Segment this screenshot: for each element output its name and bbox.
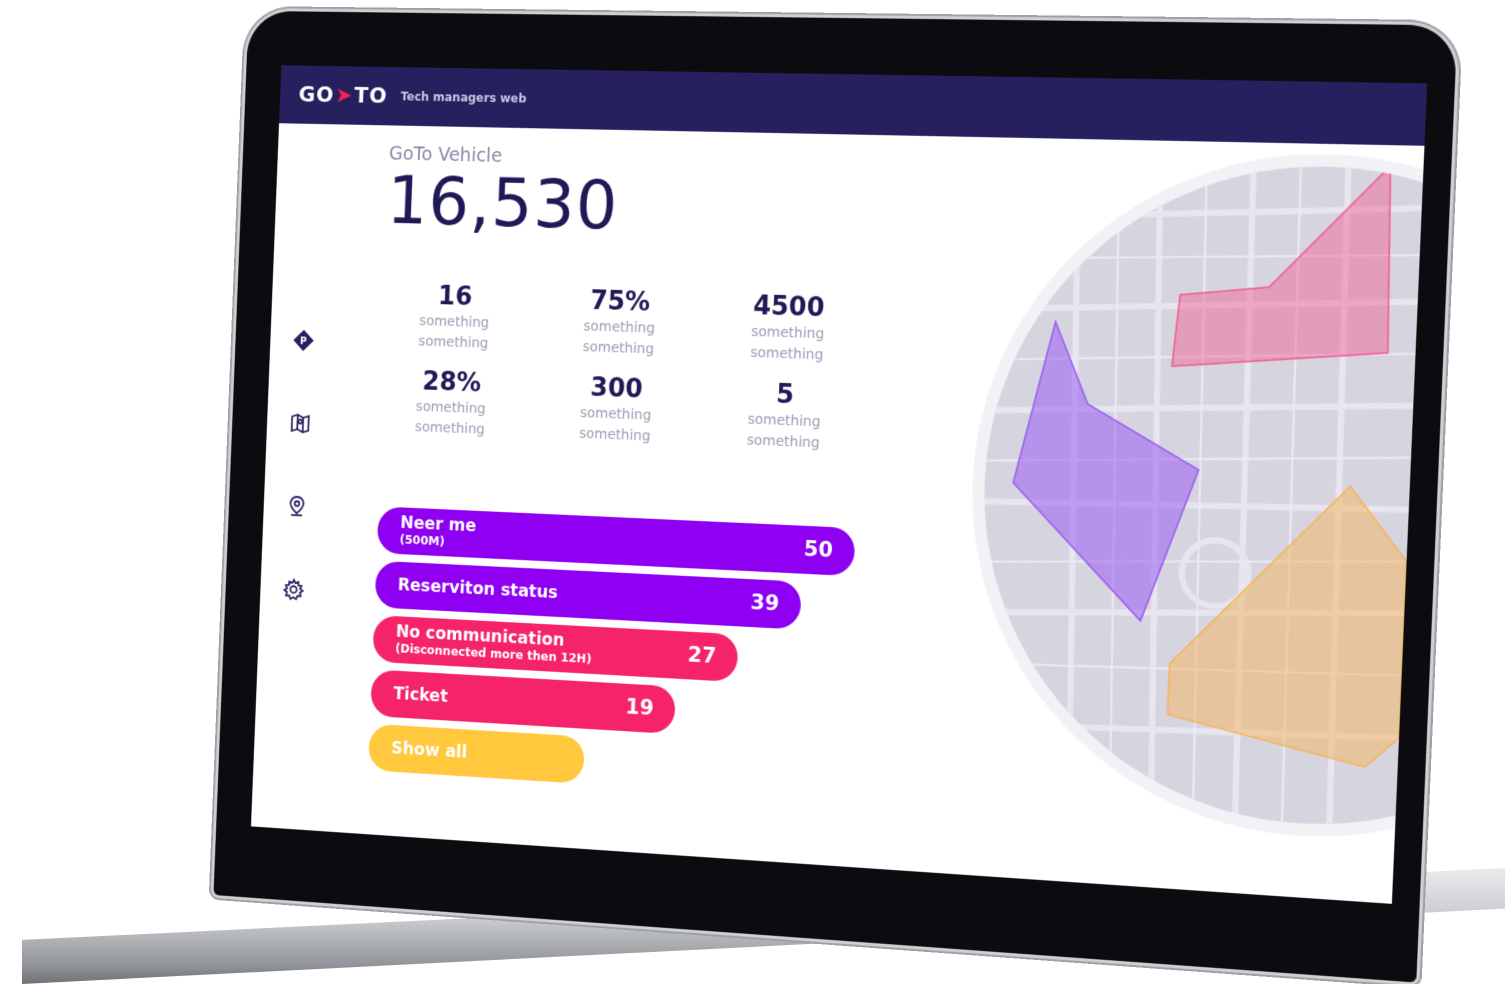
stat-item: 5 something something [698, 376, 872, 456]
logo-arrow-icon: ➤ [334, 83, 354, 108]
show-all-button[interactable]: Show all [367, 723, 586, 784]
map-view[interactable] [956, 137, 1425, 904]
show-all-label: Show all [390, 738, 468, 763]
parking-icon[interactable]: P [290, 326, 317, 354]
stat-value: 28% [421, 366, 482, 399]
stats-grid: 16 something something 75% something somet… [368, 279, 875, 457]
bar-count: 50 [803, 536, 834, 563]
app-subtitle: Tech managers web [400, 89, 527, 106]
kpi-value: 16,530 [385, 162, 620, 246]
stat-value: 300 [589, 373, 644, 405]
stat-item: 75% something something [535, 284, 705, 362]
stat-item: 300 something something [531, 370, 701, 449]
stat-value: 5 [775, 379, 795, 411]
logo-text-left: GO [298, 82, 335, 108]
bar-title: Ticket [393, 683, 449, 707]
svg-text:P: P [300, 336, 307, 347]
bar-count: 39 [749, 590, 780, 616]
stat-caption: something something [582, 318, 656, 358]
bar-title: Reserviton status [397, 574, 559, 603]
app-logo[interactable]: GO➤TO [298, 83, 388, 109]
location-pin-icon[interactable] [283, 492, 310, 520]
stat-caption: something something [578, 405, 652, 445]
stat-caption: something something [746, 411, 821, 452]
gear-icon[interactable] [280, 575, 307, 603]
stat-caption: something something [414, 398, 486, 438]
map-icon[interactable] [287, 409, 314, 437]
stat-value: 16 [437, 281, 473, 312]
stat-value: 4500 [752, 291, 826, 324]
map-background [961, 157, 1425, 801]
stat-item: 4500 something something [702, 289, 876, 368]
stat-item: 16 something something [372, 279, 538, 357]
stat-value: 75% [589, 286, 651, 318]
app-screen: GO➤TO Tech managers web P GoTo Vehicle 1… [250, 65, 1428, 904]
laptop-lid: GO➤TO Tech managers web P GoTo Vehicle 1… [213, 10, 1458, 983]
stat-item: 28% something something [368, 364, 534, 442]
stat-caption: something something [750, 323, 825, 364]
bar-count: 27 [687, 642, 717, 668]
bar-ticket[interactable]: Ticket 19 [370, 669, 676, 735]
map-panel[interactable] [956, 137, 1425, 904]
status-bars: Neer me (500M) 50 Reserviton status 39 No… [367, 506, 856, 808]
bar-count: 19 [625, 694, 655, 720]
app-header: GO➤TO Tech managers web [279, 65, 1428, 146]
stat-caption: something something [418, 313, 490, 352]
logo-text-right: TO [353, 83, 389, 109]
side-navigation: P [278, 326, 323, 660]
